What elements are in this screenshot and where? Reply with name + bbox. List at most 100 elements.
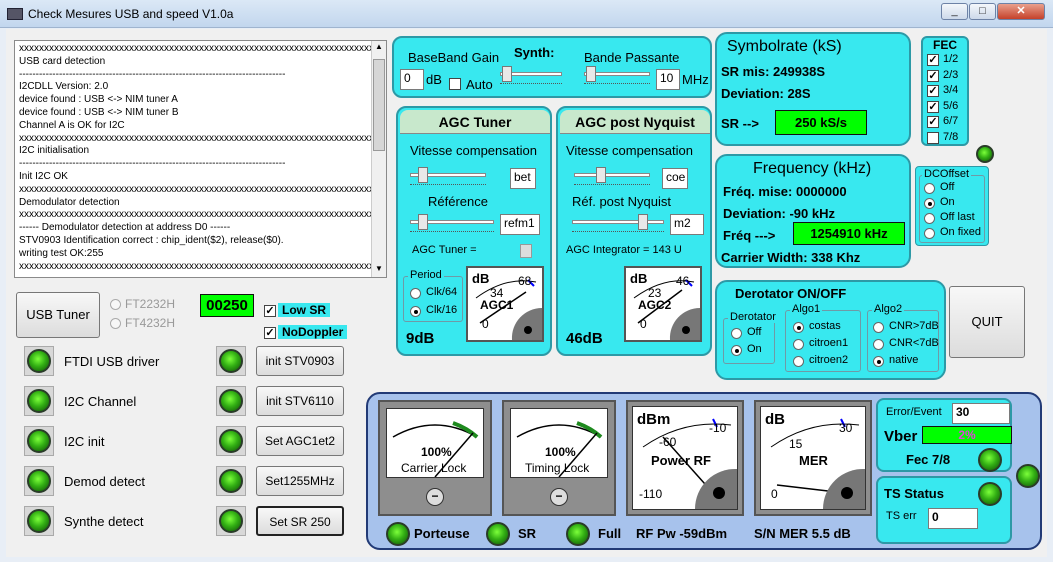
agc-tuner-title: AGC Tuner [400, 110, 550, 134]
fec-label: 2/3 [943, 68, 959, 81]
gain-input[interactable]: 0 [400, 69, 424, 90]
derotator-off-radio[interactable] [731, 328, 742, 339]
ft2232h-radio[interactable] [110, 299, 121, 310]
log-line: ------ Demodulator detection at address … [19, 222, 231, 234]
scroll-up-icon[interactable]: ▲ [372, 41, 386, 55]
dcoffset-radio[interactable] [924, 213, 935, 224]
coe-input[interactable]: coe [662, 168, 688, 189]
nodoppler-label: NoDoppler [278, 325, 348, 339]
usb-tuner-button[interactable]: USB Tuner [16, 292, 100, 338]
error-event-value[interactable]: 30 [952, 403, 1010, 424]
porteuse-led [386, 522, 410, 546]
agc-nyq-vitesse: Vitesse compensation [566, 143, 693, 158]
status-label: Synthe detect [64, 514, 144, 529]
agc2-unit: dB [630, 271, 648, 286]
carrier-lock-meter: 100% Carrier Lock − [378, 400, 492, 516]
freq-deviation-label: Deviation: -90 kHz [723, 206, 835, 221]
mhz-unit: MHz [682, 72, 709, 87]
agc-tuner-db-value: 9dB [406, 330, 435, 347]
synth-label: Synth: [514, 45, 555, 60]
auto-checkbox[interactable] [449, 78, 461, 90]
action-button[interactable]: Set SR 250 [256, 506, 344, 536]
dcoffset-radio[interactable] [924, 198, 935, 209]
action-led [219, 469, 243, 493]
fec-checkbox[interactable]: ✓ [927, 54, 939, 66]
mer-unit: dB [765, 411, 785, 428]
cnr-lt7-radio[interactable] [873, 339, 884, 350]
carrier-lock-label: Carrier Lock [401, 461, 467, 475]
derotator-on-radio[interactable] [731, 345, 742, 356]
nodoppler-checkbox[interactable]: ✓ [264, 327, 276, 339]
scroll-down-icon[interactable]: ▼ [372, 263, 386, 277]
cnr-gt7-radio[interactable] [873, 322, 884, 333]
log-line: USB card detection [19, 55, 106, 67]
native-radio[interactable] [873, 356, 884, 367]
minimize-button[interactable]: _ [941, 3, 968, 20]
agc-tuner-speed-slider[interactable] [410, 167, 486, 185]
log-line: Demodulator detection [19, 196, 120, 208]
refm1-input[interactable]: refm1 [500, 214, 540, 235]
log-line: xxxxxxxxxxxxxxxxxxxxxxxxxxxxxxxxxxxxxxxx… [19, 209, 382, 221]
scroll-thumb[interactable] [373, 59, 385, 151]
auto-label: Auto [466, 77, 493, 92]
log-textbox[interactable]: xxxxxxxxxxxxxxxxxxxxxxxxxxxxxxxxxxxxxxxx… [14, 40, 387, 278]
ts-err-value[interactable]: 0 [928, 508, 978, 529]
fec-checkbox[interactable]: ✓ [927, 69, 939, 82]
full-label: Full [598, 526, 622, 541]
bet-input[interactable]: bet [510, 168, 536, 189]
costas-radio[interactable] [793, 322, 804, 333]
citroen2-radio[interactable] [793, 356, 804, 367]
algo2-title: Algo2 [872, 303, 905, 315]
carrier-reset-icon[interactable]: − [426, 488, 444, 506]
low-sr-checkbox[interactable]: ✓ [264, 305, 276, 317]
agc-nyquist-title: AGC post Nyquist [560, 110, 710, 134]
dcoffset-label: On [940, 196, 955, 208]
citroen1-radio[interactable] [793, 339, 804, 350]
event-led [1016, 464, 1040, 488]
clk64-radio[interactable] [410, 288, 421, 299]
bande-label: Bande Passante [584, 50, 680, 65]
clk16-radio[interactable] [410, 306, 421, 317]
carrier-lock-pct: 100% [421, 445, 452, 459]
dcoffset-radio[interactable] [924, 228, 935, 239]
maximize-button[interactable]: □ [969, 3, 996, 20]
agc1-name: AGC1 [480, 298, 514, 312]
reference-label: Référence [428, 194, 488, 209]
fec-checkbox[interactable]: ✓ [927, 100, 939, 113]
quit-button[interactable]: QUIT [949, 286, 1025, 358]
action-button[interactable]: Set1255MHz [256, 466, 344, 496]
agc-nyq-speed-slider[interactable] [574, 167, 650, 185]
freq-arrow-label: Fréq ---> [723, 228, 776, 243]
nyquist-ref-slider[interactable] [572, 214, 664, 232]
fec-checkbox[interactable]: ✓ [927, 116, 939, 128]
log-scrollbar[interactable]: ▲ ▼ [371, 41, 386, 277]
sr-mis-label: SR mis: 249938S [721, 64, 826, 79]
timing-reset-icon[interactable]: − [550, 488, 568, 506]
agc2-tick-min: 0 [640, 317, 647, 331]
dcoffset-panel: DCOffset Off On Off last On fixed [915, 166, 989, 246]
action-button[interactable]: Set AGC1et2 [256, 426, 344, 456]
agc1-tick-max: 68 [518, 274, 532, 288]
bandwidth-slider[interactable] [584, 66, 650, 84]
freq-mise-label: Fréq. mise: 0000000 [723, 184, 847, 199]
action-button[interactable]: init STV0903 [256, 346, 344, 376]
fec-checkbox[interactable] [927, 131, 939, 144]
sr-deviation-label: Deviation: 28S [721, 86, 811, 101]
close-button[interactable]: ✕ [997, 3, 1045, 20]
db-unit: dB [426, 72, 442, 87]
log-lines: xxxxxxxxxxxxxxxxxxxxxxxxxxxxxxxxxxxxxxxx… [19, 43, 382, 273]
m2-input[interactable]: m2 [670, 214, 704, 235]
log-line: xxxxxxxxxxxxxxxxxxxxxxxxxxxxxxxxxxxxxxxx… [19, 260, 382, 272]
meters-panel: 100% Carrier Lock − 100% Timing Lock − d… [366, 392, 1042, 550]
ft4232h-radio[interactable] [110, 318, 121, 329]
action-button[interactable]: init STV6110 [256, 386, 344, 416]
status-label: Demod detect [64, 474, 145, 489]
synth-slider[interactable] [500, 66, 562, 84]
bw-input[interactable]: 10 [656, 69, 680, 90]
dcoffset-radio[interactable] [924, 183, 935, 194]
fec-checkbox[interactable]: ✓ [927, 85, 939, 97]
timing-lock-dial: 100% Timing Lock [510, 408, 608, 478]
dcoffset-label: On fixed [940, 226, 981, 238]
fec-panel: FEC ✓ 1/2 ✓ 2/3 ✓ 3/4 ✓ 5/6 ✓ 6/7 7/8 [921, 36, 969, 146]
reference-slider[interactable] [410, 214, 494, 232]
